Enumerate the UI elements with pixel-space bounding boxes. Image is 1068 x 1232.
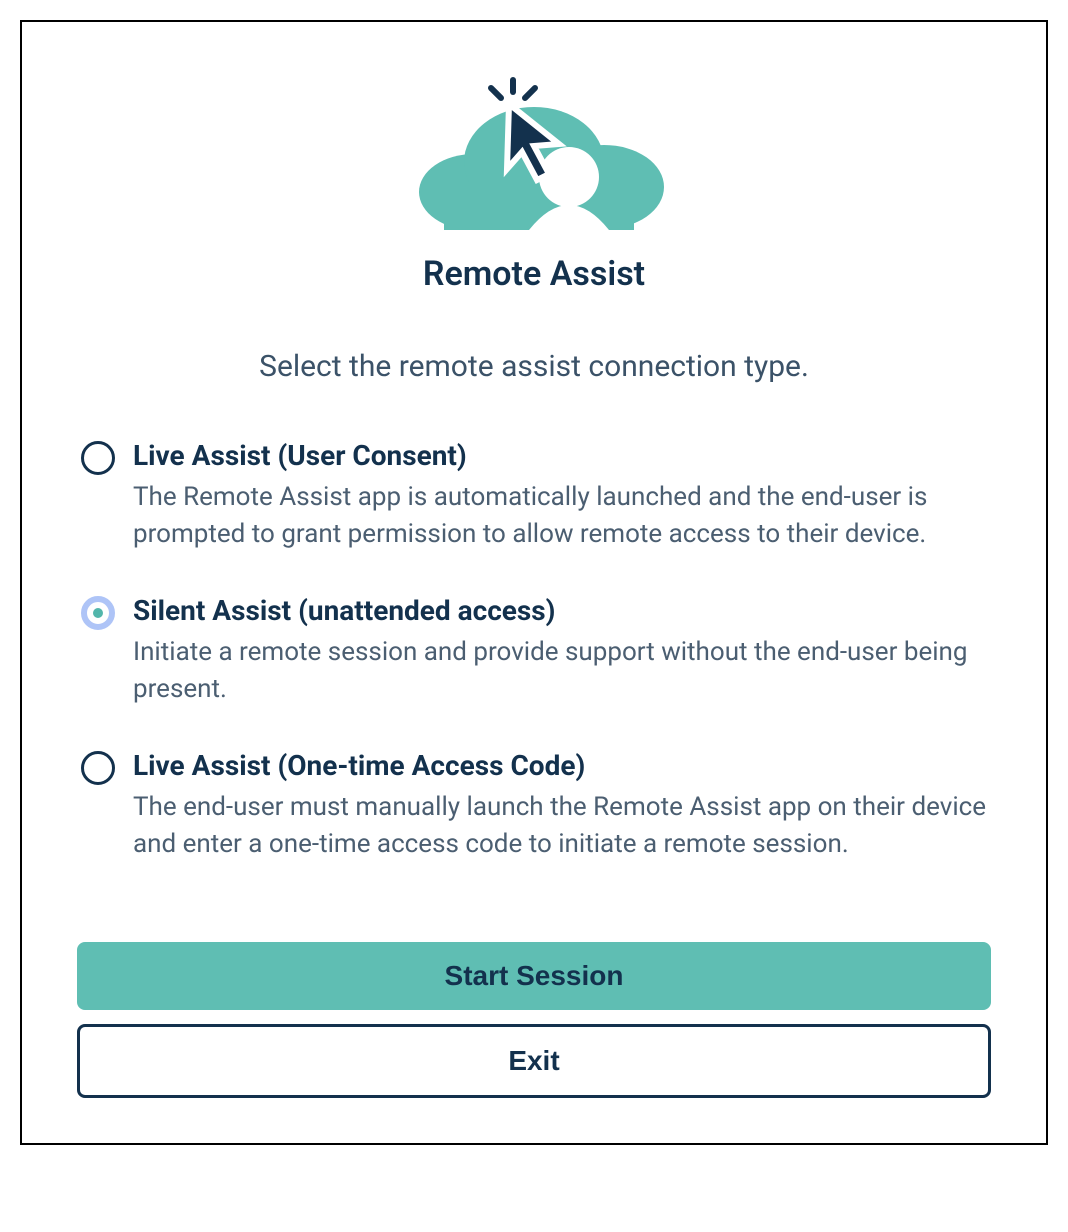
option-live-assist-one-time-code[interactable]: Live Assist (One-time Access Code) The e… [77,749,991,864]
option-description: The Remote Assist app is automatically l… [133,479,991,554]
start-session-button[interactable]: Start Session [77,942,991,1010]
dialog-buttons: Start Session Exit [77,942,991,1098]
app-title: Remote Assist [77,254,991,294]
option-label: Silent Assist (unattended access) [133,594,991,628]
option-silent-assist[interactable]: Silent Assist (unattended access) Initia… [77,594,991,709]
remote-assist-dialog: Remote Assist Select the remote assist c… [20,20,1048,1145]
option-description: Initiate a remote session and provide su… [133,634,991,709]
dialog-subtitle: Select the remote assist connection type… [77,349,991,384]
logo-area [77,72,991,236]
radio-button[interactable] [81,751,115,785]
option-label: Live Assist (One-time Access Code) [133,749,991,783]
option-live-assist-user-consent[interactable]: Live Assist (User Consent) The Remote As… [77,439,991,554]
exit-button[interactable]: Exit [77,1024,991,1098]
option-description: The end-user must manually launch the Re… [133,789,991,864]
radio-button[interactable] [81,441,115,475]
remote-assist-cloud-cursor-icon [384,72,684,232]
radio-button[interactable] [81,596,115,630]
option-label: Live Assist (User Consent) [133,439,991,473]
connection-type-options: Live Assist (User Consent) The Remote As… [77,439,991,864]
